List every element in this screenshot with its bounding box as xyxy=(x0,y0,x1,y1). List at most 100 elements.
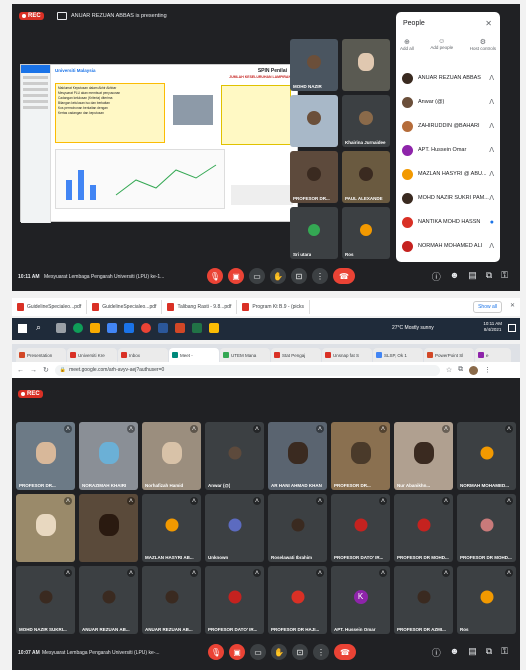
participant-tile[interactable]: ᐱ PROFESOR DATO' IR... xyxy=(205,566,264,634)
add-people-button[interactable]: ☺ Add people xyxy=(430,38,453,51)
mail-icon[interactable] xyxy=(124,323,134,333)
store-icon[interactable] xyxy=(107,323,117,333)
host-controls-button[interactable]: ⚙ Host controls xyxy=(470,38,496,51)
browser-tab[interactable]: Inbox xyxy=(118,348,168,362)
list-item[interactable]: ZAHIRUDDIN @BAHARI ᐱ xyxy=(396,114,500,138)
chat-icon[interactable]: ▤ xyxy=(468,646,477,659)
list-item[interactable]: MAZLAN HASYRI @ ABU... ᐱ xyxy=(396,162,500,186)
participant-tile[interactable]: ᐱ PROFESOR DR MOHD... xyxy=(394,494,453,562)
participant-tile[interactable]: ᐱ Anwar (@) xyxy=(205,422,264,490)
info-icon[interactable]: ⓘ xyxy=(432,270,441,283)
participant-tile[interactable]: PROFESOR DR... xyxy=(290,151,338,203)
participant-tile[interactable]: PAUL ALEXANDE xyxy=(342,151,390,203)
download-item[interactable]: Talibang Rasti - 9.8...pdf xyxy=(162,300,238,314)
end-call-button[interactable]: ☎ xyxy=(334,644,356,660)
address-bar[interactable]: 🔒 meet.google.com/arh-avyv-aej?authuser=0 xyxy=(54,364,440,376)
task-view-icon[interactable] xyxy=(56,323,66,333)
browser-tab[interactable]: e xyxy=(475,348,511,362)
activities-icon[interactable]: ⧉ xyxy=(486,646,492,659)
more-options-button[interactable]: ⋮ xyxy=(313,644,329,660)
chat-icon[interactable]: ▤ xyxy=(468,270,477,283)
participant-tile[interactable]: MOHD NAZIR xyxy=(290,39,338,91)
list-item[interactable]: Anwar (@) ᐱ xyxy=(396,90,500,114)
participant-tile[interactable]: ᐱ ANUAR REZUAN AB... xyxy=(142,566,201,634)
camera-off-button[interactable]: ▣ xyxy=(228,268,244,284)
activities-icon[interactable]: ⧉ xyxy=(486,270,492,283)
participant-tile[interactable]: ᐱ PROFESOR DR... xyxy=(331,422,390,490)
browser-tab[interactable]: PowerPoint Sl xyxy=(424,348,474,362)
forward-icon[interactable]: → xyxy=(30,367,37,374)
search-icon[interactable]: ⌕ xyxy=(36,322,41,333)
participant-tile[interactable] xyxy=(290,95,338,147)
mic-off-button[interactable]: 🎙 xyxy=(207,268,223,284)
camera-off-button[interactable]: ▣ xyxy=(229,644,245,660)
participant-tile[interactable]: ᐱ PROFESOR DR... xyxy=(16,422,75,490)
list-item[interactable]: MOHD NAZIR SUKRI PAM... ᐱ xyxy=(396,186,500,210)
end-call-button[interactable]: ☎ xyxy=(333,268,355,284)
participant-tile[interactable]: ᐱ Unknown xyxy=(205,494,264,562)
lock-icon[interactable]: ⚿ xyxy=(501,646,508,659)
raise-hand-button[interactable]: ✋ xyxy=(271,644,287,660)
excel-icon[interactable] xyxy=(192,323,202,333)
close-icon[interactable]: ✕ xyxy=(510,302,515,309)
raise-hand-button[interactable]: ✋ xyxy=(270,268,286,284)
people-icon[interactable]: ☻ xyxy=(450,270,459,283)
info-icon[interactable]: ⓘ xyxy=(432,646,441,659)
participant-tile[interactable]: ᐱ Nur Abanikhn... xyxy=(394,422,453,490)
notification-icon[interactable] xyxy=(508,324,516,332)
participant-tile[interactable]: Khairina Jurnaidee xyxy=(342,95,390,147)
word-icon[interactable] xyxy=(158,323,168,333)
list-item[interactable]: NORMAH MOHAMED ALI ᐱ xyxy=(396,234,500,258)
show-all-button[interactable]: Show all xyxy=(473,301,502,313)
list-item[interactable]: NANTIKA MOHD HASSN ● xyxy=(396,210,500,234)
participant-tile[interactable]: ᐱ ANUAR REZUAN AB... xyxy=(79,566,138,634)
browser-tab[interactable]: UTEM Mana xyxy=(220,348,270,362)
participant-tile[interactable]: Sri utara xyxy=(290,207,338,259)
participant-tile[interactable]: ᐱ NORAZIMAH KHAIRI xyxy=(79,422,138,490)
back-icon[interactable]: ← xyxy=(17,367,24,374)
lock-icon[interactable]: ⚿ xyxy=(501,270,508,283)
add-all-button[interactable]: ⊕ Add all xyxy=(400,38,414,51)
participant-tile[interactable]: ᐱ Roselawati Ibrahim xyxy=(268,494,327,562)
app-icon[interactable] xyxy=(209,323,219,333)
people-icon[interactable]: ☻ xyxy=(450,646,459,659)
star-icon[interactable]: ☆ xyxy=(446,366,452,374)
browser-tab[interactable]: Presentation xyxy=(16,348,66,362)
participant-tile[interactable]: ᐱ Ros xyxy=(457,566,516,634)
download-item[interactable]: Program Kt B.9 - (picks xyxy=(237,300,311,314)
captions-button[interactable]: ▭ xyxy=(249,268,265,284)
participant-tile[interactable]: ᐱ xyxy=(79,494,138,562)
participant-tile[interactable]: ᐱ MOHD NAZIR SUKRI... xyxy=(16,566,75,634)
extensions-icon[interactable]: ⧉ xyxy=(458,366,463,374)
reload-icon[interactable]: ↻ xyxy=(43,366,49,374)
more-options-button[interactable]: ⋮ xyxy=(312,268,328,284)
browser-tab[interactable]: Unsnap fat S xyxy=(322,348,372,362)
participant-tile[interactable]: ᐱ PROFESOR DATO' IR... xyxy=(331,494,390,562)
browser-tab[interactable]: Universiti Kre xyxy=(67,348,117,362)
chrome-icon[interactable] xyxy=(141,323,151,333)
participant-tile[interactable]: ᐱ Norhafizah Hamid xyxy=(142,422,201,490)
weather-widget[interactable]: 27°C Mostly sunny xyxy=(392,325,434,331)
list-item[interactable]: APT. Hussein Omar ᐱ xyxy=(396,138,500,162)
browser-tab[interactable]: SLSP, Ok 1 xyxy=(373,348,423,362)
mic-off-button[interactable]: 🎙 xyxy=(208,644,224,660)
participant-tile[interactable]: ᐱ NORMAH MOHAMED... xyxy=(457,422,516,490)
profile-icon[interactable] xyxy=(469,365,479,375)
participant-tile[interactable]: ᐱ AR HANI AHMAD KHAN xyxy=(268,422,327,490)
captions-button[interactable]: ▭ xyxy=(250,644,266,660)
participant-tile[interactable]: Ros xyxy=(342,207,390,259)
edge-icon[interactable] xyxy=(73,323,83,333)
participant-tile[interactable] xyxy=(342,39,390,91)
participant-tile[interactable]: ᐱ PROFESOR DR HAJI... xyxy=(268,566,327,634)
start-icon[interactable] xyxy=(18,324,27,333)
download-item[interactable]: GuidelineSpecialeo...pdf xyxy=(87,300,163,314)
present-button[interactable]: ⊡ xyxy=(292,644,308,660)
participant-tile[interactable]: ᐱ MAZLAN HASYRI AB... xyxy=(142,494,201,562)
close-icon[interactable]: ✕ xyxy=(485,19,492,28)
powerpoint-icon[interactable] xyxy=(175,323,185,333)
participant-tile[interactable]: ᐱ PROFESOR DR AZMI... xyxy=(394,566,453,634)
download-item[interactable]: GuidelineSpecialeo...pdf xyxy=(12,300,88,314)
browser-tab-active[interactable]: Meet - xyxy=(169,348,219,362)
menu-icon[interactable]: ⋮ xyxy=(484,366,491,374)
participant-tile[interactable]: ᐱ xyxy=(16,494,75,562)
